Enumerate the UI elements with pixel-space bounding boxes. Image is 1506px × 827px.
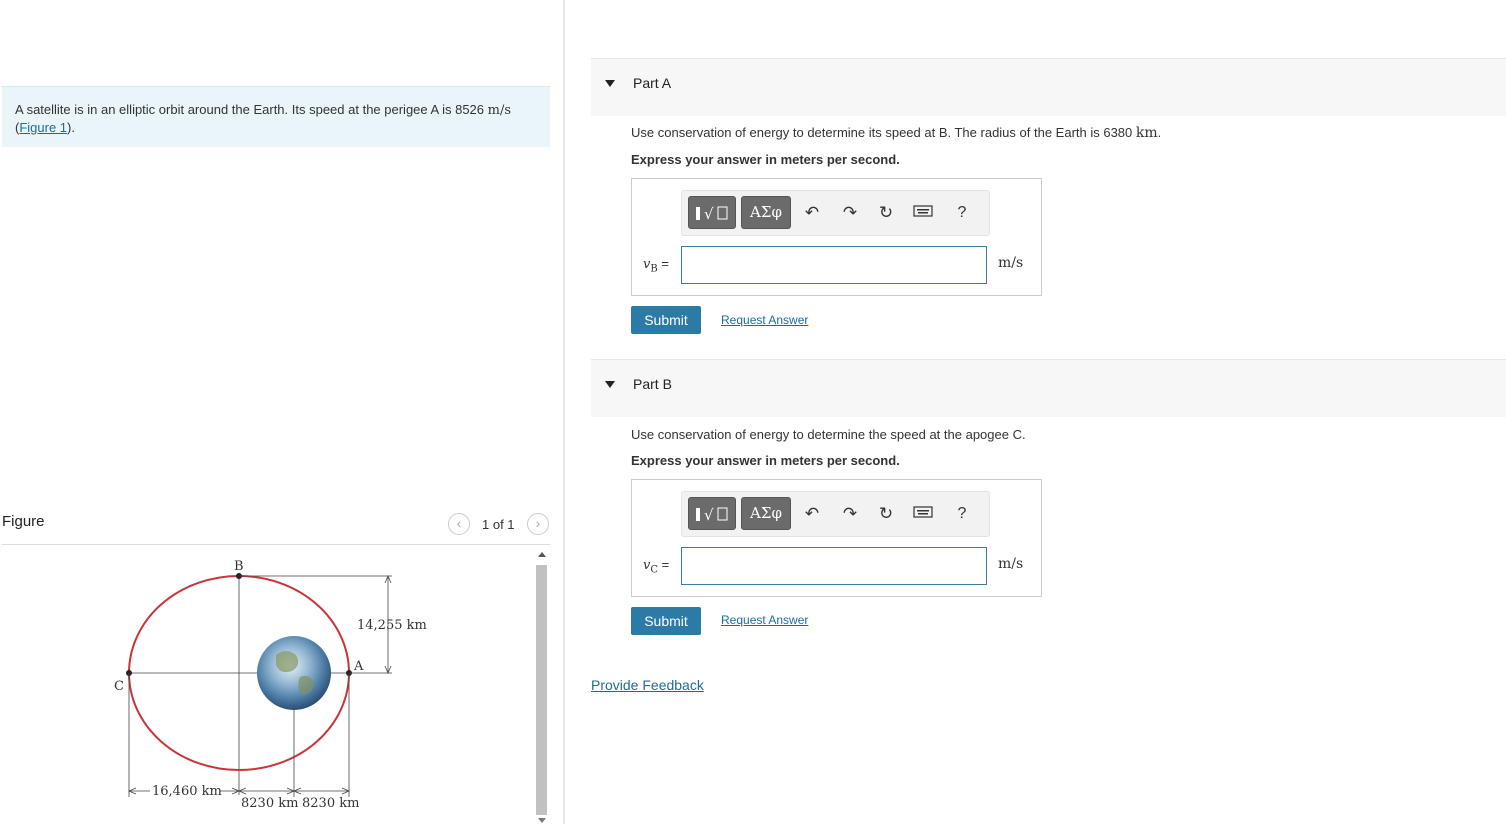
part-b-var-sub: C: [650, 564, 659, 576]
part-a-instruction: Express your answer in meters per second…: [631, 152, 900, 167]
part-b-question: Use conservation of energy to determine …: [631, 427, 1026, 442]
label-half-2: 8230 km: [302, 796, 359, 811]
part-b-answer-input[interactable]: [681, 547, 987, 585]
keyboard-icon[interactable]: [913, 203, 933, 223]
redo-icon[interactable]: ↷: [840, 504, 860, 524]
help-icon[interactable]: ?: [952, 203, 972, 223]
problem-text: A satellite is in an elliptic orbit arou…: [15, 102, 488, 117]
scroll-up-icon: [538, 552, 546, 557]
figure-header: Figure ‹ 1 of 1 ›: [2, 510, 550, 545]
part-a-answer-box: √ ΑΣφ ↶ ↷ ↻ ? vB = m/s: [631, 178, 1042, 296]
part-a-unit: m/s: [998, 255, 1024, 271]
part-b-header[interactable]: Part B: [591, 359, 1506, 417]
part-b-unit: m/s: [998, 556, 1024, 572]
part-a-submit-button[interactable]: Submit: [631, 306, 701, 334]
chevron-right-icon[interactable]: ›: [527, 513, 549, 535]
reset-icon[interactable]: ↻: [876, 203, 896, 223]
reset-icon[interactable]: ↻: [876, 504, 896, 524]
part-a-var-sub: B: [650, 263, 658, 275]
part-a-math-toolbar: √ ΑΣφ ↶ ↷ ↻ ?: [681, 190, 990, 236]
figure-link[interactable]: Figure 1: [19, 120, 67, 135]
templates-icon[interactable]: √: [688, 196, 736, 229]
redo-icon[interactable]: ↷: [840, 203, 860, 223]
figure-link-close: ).: [67, 120, 75, 135]
part-b-submit-button[interactable]: Submit: [631, 607, 701, 635]
part-a-question-unit: km: [1135, 125, 1158, 141]
part-a-instruction-text: Express your answer in meters per second…: [631, 152, 900, 167]
part-a-title: Part A: [633, 75, 672, 91]
orbit-diagram: B C A 14,255 km 16,460 km 8230 km 8230 k…: [114, 559, 427, 811]
scroll-down-icon: [538, 818, 546, 823]
templates-icon[interactable]: √: [688, 497, 736, 530]
part-a-question-end: .: [1157, 125, 1162, 140]
figure-pager: 1 of 1: [482, 517, 515, 532]
part-a-request-answer[interactable]: Request Answer: [721, 313, 808, 327]
svg-text:√: √: [704, 506, 714, 524]
label-a: A: [353, 659, 364, 674]
part-b-variable: vC =: [643, 557, 669, 576]
label-left-width: 16,460 km: [152, 784, 222, 799]
undo-icon[interactable]: ↶: [802, 203, 822, 223]
part-b-equals: =: [658, 557, 670, 572]
problem-panel: A satellite is in an elliptic orbit arou…: [0, 0, 562, 824]
part-a-equals: =: [657, 256, 669, 271]
earth-image: [257, 636, 331, 710]
part-a-question: Use conservation of energy to determine …: [631, 125, 1161, 141]
keyboard-icon[interactable]: [913, 504, 933, 524]
parts-panel: Part A Use conservation of energy to det…: [566, 0, 1506, 824]
part-b-title: Part B: [633, 376, 672, 392]
problem-unit: m/s: [487, 103, 512, 118]
part-b-instruction: Express your answer in meters per second…: [631, 453, 900, 468]
label-c: C: [114, 679, 124, 694]
figure-scrollbar[interactable]: [535, 548, 549, 824]
undo-icon[interactable]: ↶: [802, 504, 822, 524]
help-icon[interactable]: ?: [952, 504, 972, 524]
part-a-variable: vB =: [643, 256, 669, 275]
part-b-question-text: Use conservation of energy to determine …: [631, 427, 1026, 442]
panel-divider: [563, 0, 565, 824]
svg-text:√: √: [704, 205, 714, 223]
chevron-left-icon[interactable]: ‹: [448, 513, 470, 535]
part-b-instruction-text: Express your answer in meters per second…: [631, 453, 900, 468]
part-a-question-text: Use conservation of energy to determine …: [631, 125, 1136, 140]
label-half-1: 8230 km: [241, 796, 298, 811]
label-height: 14,255 km: [357, 618, 427, 633]
part-b-answer-box: √ ΑΣφ ↶ ↷ ↻ ? vC = m/s: [631, 479, 1042, 597]
label-b: B: [234, 559, 244, 574]
part-a-answer-input[interactable]: [681, 246, 987, 284]
part-b-math-toolbar: √ ΑΣφ ↶ ↷ ↻ ?: [681, 491, 990, 537]
greek-symbols-button[interactable]: ΑΣφ: [741, 497, 791, 530]
orbit-figure: B C A 14,255 km 16,460 km 8230 km 8230 k…: [0, 545, 534, 824]
part-b-request-answer[interactable]: Request Answer: [721, 613, 808, 627]
greek-label: ΑΣφ: [750, 504, 782, 522]
scroll-thumb[interactable]: [536, 565, 547, 815]
greek-symbols-button[interactable]: ΑΣφ: [741, 196, 791, 229]
provide-feedback-link[interactable]: Provide Feedback: [591, 677, 704, 693]
caret-down-icon[interactable]: [605, 80, 615, 87]
greek-label: ΑΣφ: [750, 203, 782, 221]
caret-down-icon[interactable]: [605, 381, 615, 388]
figure-title: Figure: [2, 513, 45, 530]
problem-statement: A satellite is in an elliptic orbit arou…: [2, 86, 550, 147]
part-a-header[interactable]: Part A: [591, 58, 1506, 116]
